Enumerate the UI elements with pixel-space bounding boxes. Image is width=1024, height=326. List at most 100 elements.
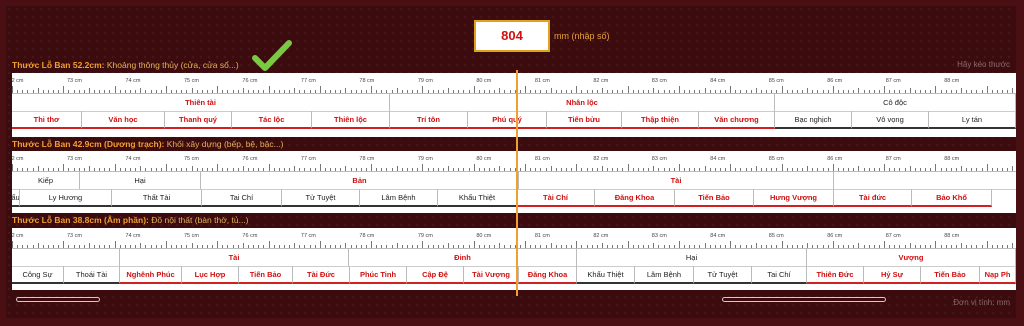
scale-tick [781, 164, 783, 171]
scale-label: 74 cm [125, 233, 141, 239]
ruler-name-2: Thước Lỗ Ban 42.9cm (Dương trạch): [12, 139, 165, 149]
scale-label: 76 cm [242, 156, 258, 162]
scale-label: 80 cm [476, 233, 492, 239]
scale-tick [319, 241, 321, 248]
scale-tick [422, 86, 424, 93]
ruler-section: Hại [577, 248, 807, 266]
scale-tick [12, 86, 13, 93]
ruler-cell: Thiên Đức [807, 266, 864, 284]
scale-label: 82 cm [593, 156, 609, 162]
scale-label: 77 cm [300, 156, 316, 162]
ruler-52-2cm[interactable]: 72 cm 73 cm 74 cm 75 cm 76 cm 77 cm 78 cm 79 cm… [12, 73, 1016, 137]
ruler-cell: Nghênh Phúc [120, 266, 182, 284]
ruler-cell: Thập thiện [622, 111, 699, 129]
scrollbar-left[interactable] [16, 297, 100, 302]
measure-unit-label: mm (nhập số) [554, 31, 610, 41]
scale-tick [217, 241, 219, 248]
scrollbar-right[interactable] [722, 297, 886, 302]
scale-tick [678, 86, 680, 93]
scale-label: 88 cm [944, 233, 960, 239]
scale-tick [114, 164, 116, 171]
scale-tick [678, 164, 680, 171]
ruler-cell: Tài Đức [293, 266, 350, 284]
ruler-cell: Khẩu Thiệt [438, 189, 517, 207]
ruler-cell: Lục Hợp [182, 266, 239, 284]
ruler-section: Hại [80, 171, 201, 189]
ruler-section: Tài [519, 171, 834, 189]
scale-label: 88 cm [944, 156, 960, 162]
scale-label: 75 cm [183, 233, 199, 239]
scale-label: 77 cm [300, 78, 316, 84]
ruler-cell: Bạc nghịch [775, 111, 852, 129]
ruler-cell: Công Sự [12, 266, 64, 284]
scale-label: 72 cm [12, 233, 24, 239]
scale-label: 81 cm [534, 233, 550, 239]
ruler-section: Vượng [807, 248, 1016, 266]
scale-label: 88 cm [944, 78, 960, 84]
ruler-cell: Tiến Bảo [239, 266, 293, 284]
ruler-panel: 804 mm (nhập số) Hãy kéo thước Thước Lỗ … [6, 6, 1016, 318]
scale-tick [678, 241, 680, 248]
scale-label: 78 cm [359, 156, 375, 162]
scale-label: 76 cm [242, 78, 258, 84]
scale-tick [986, 241, 988, 248]
ruler-section: Kiếp [12, 171, 80, 189]
scale-tick [422, 241, 424, 248]
scale-label: 73 cm [66, 233, 82, 239]
scale-tick [63, 164, 65, 171]
ruler-scale: 72 cm 73 cm 74 cm 75 cm 76 cm 77 cm 78 cm 79 cm… [12, 228, 1016, 249]
ruler-cell: Tử Tuyệt [282, 189, 360, 207]
scale-label: 87 cm [885, 156, 901, 162]
scale-tick [165, 241, 167, 248]
ruler-scale: 72 cm 73 cm 74 cm 75 cm 76 cm 77 cm 78 cm 79 cm… [12, 73, 1016, 94]
scale-label: 78 cm [359, 78, 375, 84]
scale-tick [730, 86, 732, 93]
scale-tick [63, 241, 65, 248]
ruler-section: Thiên tài [12, 93, 390, 111]
scale-tick [576, 86, 578, 93]
scale-label: 79 cm [417, 156, 433, 162]
ruler-name-1: Thước Lỗ Ban 52.2cm: [12, 60, 105, 70]
scale-tick [781, 86, 783, 93]
ruler-section: Bản [201, 171, 519, 189]
scale-label: 81 cm [534, 78, 550, 84]
ruler-cell: Tác lộc [232, 111, 312, 129]
ruler-cell: Nạp Ph [980, 266, 1016, 284]
measure-input-group: 804 mm (nhập số) [474, 20, 610, 52]
ruler-section: Tài [120, 248, 349, 266]
ruler-cell: Tài đức [834, 189, 912, 207]
scale-label: 83 cm [651, 78, 667, 84]
checkmark-icon [252, 40, 292, 71]
scale-tick [986, 164, 988, 171]
ruler-cell: Lâm Bệnh [360, 189, 438, 207]
ruler-42-9cm[interactable]: 72 cm 73 cm 74 cm 75 cm 76 cm 77 cm 78 cm 79 cm… [12, 151, 1016, 213]
ruler-cell: Khẩu Thiệt [577, 266, 635, 284]
scale-label: 72 cm [12, 78, 24, 84]
scale-label: 86 cm [827, 78, 843, 84]
ruler-38-8cm[interactable]: 72 cm 73 cm 74 cm 75 cm 76 cm 77 cm 78 cm 79 cm… [12, 228, 1016, 290]
scale-label: 75 cm [183, 78, 199, 84]
scale-label: 72 cm [12, 156, 24, 162]
scale-label: 74 cm [125, 78, 141, 84]
ruler-cell: Thiên lộc [312, 111, 390, 129]
scale-label: 73 cm [66, 156, 82, 162]
ruler-cell: Văn chương [699, 111, 775, 129]
scale-tick [884, 164, 886, 171]
scale-tick [371, 86, 373, 93]
scale-tick [12, 164, 13, 171]
ruler-cell: Tài Vượng [464, 266, 519, 284]
scale-label: 82 cm [593, 78, 609, 84]
measure-marker-line[interactable] [516, 70, 518, 296]
scale-label: 87 cm [885, 78, 901, 84]
ruler-sub-row: ẩu Ly Hương Thất Tài Tai Chí Tử Tuyệt Lâm Bện… [12, 189, 1016, 207]
ruler-cell: Thất Tài [112, 189, 202, 207]
ruler-desc-3: Đồ nội thất (bàn thờ, tủ...) [151, 215, 249, 225]
measure-input[interactable]: 804 [474, 20, 550, 52]
scale-tick [371, 164, 373, 171]
scale-tick [114, 86, 116, 93]
ruler-section: Đinh [349, 248, 577, 266]
scale-label: 86 cm [827, 156, 843, 162]
scale-tick [165, 164, 167, 171]
ruler-cell: Tiến Bảo [921, 266, 980, 284]
scale-label: 76 cm [242, 233, 258, 239]
